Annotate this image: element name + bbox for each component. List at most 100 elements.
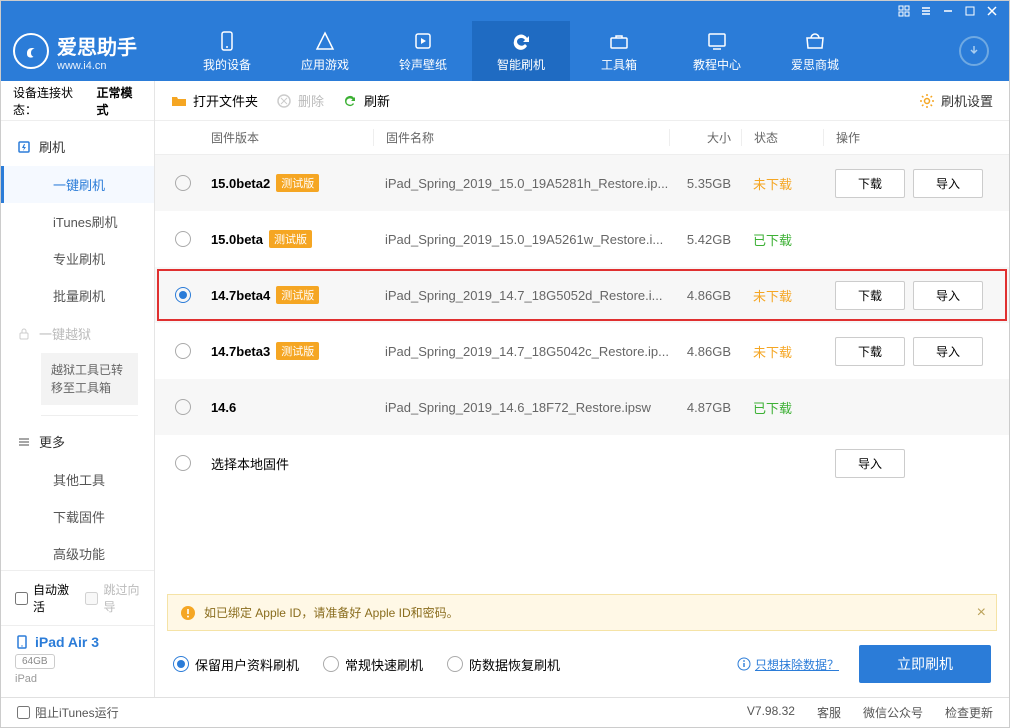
nav-device[interactable]: 我的设备 bbox=[178, 21, 276, 81]
sidebar-item-3[interactable]: 批量刷机 bbox=[1, 277, 154, 314]
sidebar-item-0[interactable]: 一键刷机 bbox=[1, 166, 154, 203]
firmware-version: 15.0beta2测试版 bbox=[211, 174, 373, 192]
table-header: 固件版本 固件名称 大小 状态 操作 bbox=[155, 121, 1009, 155]
firmware-name: iPad_Spring_2019_15.0_19A5261w_Restore.i… bbox=[373, 232, 669, 247]
firmware-row[interactable]: 15.0beta测试版iPad_Spring_2019_15.0_19A5261… bbox=[155, 211, 1009, 267]
block-itunes-checkbox[interactable]: 阻止iTunes运行 bbox=[17, 704, 119, 721]
store-icon bbox=[804, 30, 826, 52]
minimize-icon[interactable] bbox=[941, 4, 955, 18]
local-firmware-row[interactable]: 选择本地固件 导入 bbox=[155, 435, 1009, 491]
nav-flash[interactable]: 智能刷机 bbox=[472, 21, 570, 81]
row-radio[interactable] bbox=[175, 231, 191, 247]
nav-store[interactable]: 爱思商城 bbox=[766, 21, 864, 81]
nav-tutorial[interactable]: 教程中心 bbox=[668, 21, 766, 81]
apps-icon bbox=[314, 30, 336, 52]
sidebar-head-more[interactable]: 更多 bbox=[1, 422, 154, 461]
download-button[interactable]: 下载 bbox=[835, 281, 905, 310]
firmware-size: 4.87GB bbox=[669, 400, 741, 415]
firmware-version: 14.7beta3测试版 bbox=[211, 342, 373, 360]
sidebar-item-1[interactable]: iTunes刷机 bbox=[1, 203, 154, 240]
tutorial-icon bbox=[706, 30, 728, 52]
firmware-row[interactable]: 14.7beta3测试版iPad_Spring_2019_14.7_18G504… bbox=[155, 323, 1009, 379]
device-name: iPad Air 3 bbox=[35, 634, 99, 650]
sidebar-head-jailbreak: 一键越狱 bbox=[1, 314, 154, 353]
footer-link-wechat[interactable]: 微信公众号 bbox=[863, 704, 923, 721]
skip-guide-checkbox[interactable]: 跳过向导 bbox=[85, 581, 139, 615]
erase-only-link[interactable]: 只想抹除数据？ bbox=[755, 656, 839, 673]
auto-activate-checkbox[interactable]: 自动激活 bbox=[15, 581, 69, 615]
device-storage: 64GB bbox=[15, 654, 55, 669]
firmware-name: iPad_Spring_2019_14.6_18F72_Restore.ipsw bbox=[373, 400, 669, 415]
firmware-actions: 下载导入 bbox=[823, 281, 993, 310]
flash-icon bbox=[510, 30, 532, 52]
option-radio[interactable] bbox=[323, 656, 339, 672]
header: 爱思助手 www.i4.cn 我的设备应用游戏铃声壁纸智能刷机工具箱教程中心爱思… bbox=[1, 21, 1009, 81]
import-button[interactable]: 导入 bbox=[913, 281, 983, 310]
close-icon[interactable] bbox=[985, 4, 999, 18]
app-version: V7.98.32 bbox=[747, 704, 795, 721]
flash-settings-button[interactable]: 刷机设置 bbox=[919, 91, 993, 110]
sidebar-item-2[interactable]: 专业刷机 bbox=[1, 240, 154, 277]
beta-tag: 测试版 bbox=[269, 230, 312, 248]
flash-option-0[interactable]: 保留用户资料刷机 bbox=[173, 655, 299, 674]
option-radio[interactable] bbox=[173, 656, 189, 672]
firmware-status: 未下载 bbox=[741, 342, 823, 361]
nav-tools[interactable]: 工具箱 bbox=[570, 21, 668, 81]
sidebar-head-flash[interactable]: 刷机 bbox=[1, 127, 154, 166]
footer-link-update[interactable]: 检查更新 bbox=[945, 704, 993, 721]
grid-icon[interactable] bbox=[897, 4, 911, 18]
flash-options: 保留用户资料刷机 常规快速刷机 防数据恢复刷机 只想抹除数据？ 立即刷机 bbox=[155, 631, 1009, 697]
firmware-status: 已下载 bbox=[741, 230, 823, 249]
device-os: iPad bbox=[15, 673, 140, 685]
warning-icon bbox=[180, 605, 196, 621]
firmware-row[interactable]: 15.0beta2测试版iPad_Spring_2019_15.0_19A528… bbox=[155, 155, 1009, 211]
info-icon bbox=[737, 657, 751, 671]
local-firmware-label: 选择本地固件 bbox=[211, 454, 373, 473]
firmware-row[interactable]: 14.6iPad_Spring_2019_14.6_18F72_Restore.… bbox=[155, 379, 1009, 435]
main-nav: 我的设备应用游戏铃声壁纸智能刷机工具箱教程中心爱思商城 bbox=[178, 21, 864, 81]
download-button[interactable]: 下载 bbox=[835, 337, 905, 366]
delete-icon bbox=[276, 93, 292, 109]
firmware-actions: 下载导入 bbox=[823, 337, 993, 366]
flash-now-button[interactable]: 立即刷机 bbox=[859, 645, 991, 683]
import-button[interactable]: 导入 bbox=[835, 449, 905, 478]
gear-icon bbox=[919, 93, 935, 109]
flash-option-1[interactable]: 常规快速刷机 bbox=[323, 655, 423, 674]
ringtone-icon bbox=[412, 30, 434, 52]
import-button[interactable]: 导入 bbox=[913, 337, 983, 366]
row-radio[interactable] bbox=[175, 455, 191, 471]
nav-apps[interactable]: 应用游戏 bbox=[276, 21, 374, 81]
folder-icon bbox=[171, 93, 187, 109]
maximize-icon[interactable] bbox=[963, 4, 977, 18]
logo-icon bbox=[13, 33, 49, 69]
delete-button: 删除 bbox=[276, 91, 324, 110]
apple-id-alert: 如已绑定 Apple ID，请准备好 Apple ID和密码。 × bbox=[167, 594, 997, 631]
device-info[interactable]: iPad Air 3 64GB iPad bbox=[1, 625, 154, 697]
row-radio[interactable] bbox=[175, 287, 191, 303]
alert-close-icon[interactable]: × bbox=[977, 604, 986, 622]
refresh-button[interactable]: 刷新 bbox=[342, 91, 390, 110]
sidebar-more-0[interactable]: 其他工具 bbox=[1, 461, 154, 498]
col-name: 固件名称 bbox=[373, 129, 669, 146]
download-manager-icon[interactable] bbox=[959, 36, 989, 66]
beta-tag: 测试版 bbox=[276, 174, 319, 192]
firmware-row[interactable]: 14.7beta4测试版iPad_Spring_2019_14.7_18G505… bbox=[155, 267, 1009, 323]
firmware-version: 15.0beta测试版 bbox=[211, 230, 373, 248]
open-folder-button[interactable]: 打开文件夹 bbox=[171, 91, 258, 110]
import-button[interactable]: 导入 bbox=[913, 169, 983, 198]
row-radio[interactable] bbox=[175, 175, 191, 191]
nav-ringtone[interactable]: 铃声壁纸 bbox=[374, 21, 472, 81]
option-radio[interactable] bbox=[447, 656, 463, 672]
download-button[interactable]: 下载 bbox=[835, 169, 905, 198]
flash-option-2[interactable]: 防数据恢复刷机 bbox=[447, 655, 560, 674]
firmware-size: 4.86GB bbox=[669, 344, 741, 359]
sidebar-more-2[interactable]: 高级功能 bbox=[1, 535, 154, 570]
settings-icon[interactable] bbox=[919, 4, 933, 18]
firmware-version: 14.7beta4测试版 bbox=[211, 286, 373, 304]
firmware-status: 未下载 bbox=[741, 174, 823, 193]
firmware-actions: 下载导入 bbox=[823, 169, 993, 198]
footer-link-support[interactable]: 客服 bbox=[817, 704, 841, 721]
row-radio[interactable] bbox=[175, 399, 191, 415]
sidebar-more-1[interactable]: 下载固件 bbox=[1, 498, 154, 535]
row-radio[interactable] bbox=[175, 343, 191, 359]
